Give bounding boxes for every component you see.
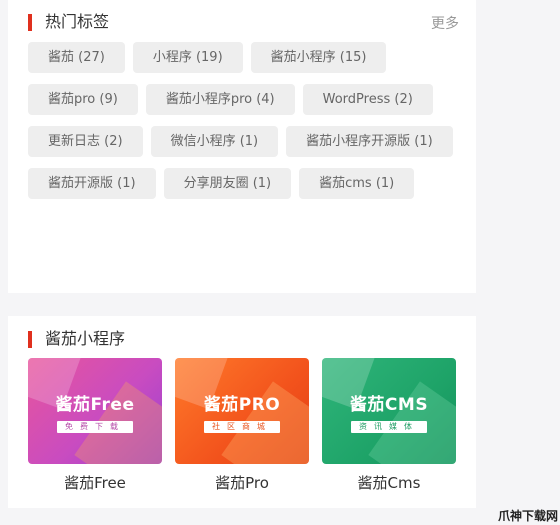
app-banner-pro[interactable]: 酱茄PRO 社区商城 xyxy=(175,358,309,464)
tag-item[interactable]: 酱茄小程序 (15) xyxy=(250,42,387,73)
tag-item[interactable]: 酱茄 (27) xyxy=(28,42,125,73)
app-card-free[interactable]: 酱茄Free 免费下载 酱茄Free xyxy=(28,358,162,493)
app-name[interactable]: 酱茄Pro xyxy=(175,472,309,493)
mini-apps-header: 酱茄小程序 xyxy=(8,316,476,356)
tag-item[interactable]: 小程序 (19) xyxy=(132,42,243,73)
app-banner-cms[interactable]: 酱茄CMS 资讯媒体 xyxy=(322,358,456,464)
banner-title: 酱茄Free xyxy=(55,394,135,415)
tag-item[interactable]: 酱茄小程序开源版 (1) xyxy=(286,126,453,157)
hot-tags-header: 热门标签 更多 xyxy=(8,0,476,40)
tag-item[interactable]: 酱茄小程序pro (4) xyxy=(145,84,295,115)
app-card-list: 酱茄Free 免费下载 酱茄Free 酱茄PRO 社区商城 酱茄Pro 酱茄CM… xyxy=(28,358,468,493)
tag-item[interactable]: 酱茄pro (9) xyxy=(28,84,138,115)
more-link[interactable]: 更多 xyxy=(431,13,459,33)
tag-list: 酱茄 (27) 小程序 (19) 酱茄小程序 (15) 酱茄pro (9) 酱茄… xyxy=(28,42,468,199)
title-accent-bar xyxy=(28,331,32,348)
hot-tags-panel: 热门标签 更多 酱茄 (27) 小程序 (19) 酱茄小程序 (15) 酱茄pr… xyxy=(8,0,476,293)
title-accent-bar xyxy=(28,14,32,31)
app-name[interactable]: 酱茄Free xyxy=(28,472,162,493)
banner-title: 酱茄PRO xyxy=(203,394,281,415)
banner-subtitle: 资讯媒体 xyxy=(351,420,427,433)
app-card-pro[interactable]: 酱茄PRO 社区商城 酱茄Pro xyxy=(175,358,309,493)
tag-item[interactable]: 更新日志 (2) xyxy=(28,126,143,157)
hot-tags-title: 热门标签 xyxy=(45,12,110,31)
app-name[interactable]: 酱茄Cms xyxy=(322,472,456,493)
site-watermark: 爪神下载网 xyxy=(497,509,558,523)
banner-subtitle: 免费下载 xyxy=(57,420,133,433)
banner-subtitle: 社区商城 xyxy=(204,420,280,433)
mini-apps-title: 酱茄小程序 xyxy=(45,329,126,348)
app-card-cms[interactable]: 酱茄CMS 资讯媒体 酱茄Cms xyxy=(322,358,456,493)
tag-item[interactable]: 微信小程序 (1) xyxy=(150,126,279,157)
tag-item[interactable]: 酱茄开源版 (1) xyxy=(28,168,156,199)
tag-item[interactable]: WordPress (2) xyxy=(302,84,433,115)
tag-item[interactable]: 酱茄cms (1) xyxy=(299,168,415,199)
app-banner-free[interactable]: 酱茄Free 免费下载 xyxy=(28,358,162,464)
mini-apps-panel: 酱茄小程序 酱茄Free 免费下载 酱茄Free 酱茄PRO 社区商城 酱茄Pr… xyxy=(8,316,476,508)
banner-title: 酱茄CMS xyxy=(349,394,429,415)
tag-item[interactable]: 分享朋友圈 (1) xyxy=(163,168,292,199)
